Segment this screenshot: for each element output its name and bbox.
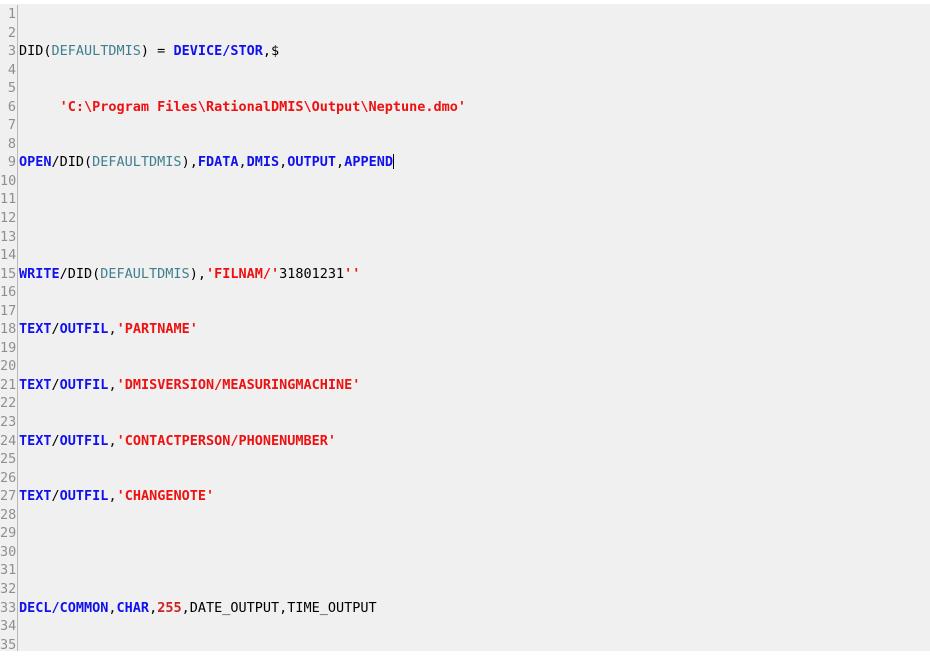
line-number: 11 [0,191,16,208]
line-number-gutter: 1 2 3 4 5 6 7 8 9 10 11 12 13 14 15 16 1… [0,5,17,651]
line-number: 31 [0,562,16,579]
code-line[interactable]: DID(DEFAULTDMIS) = DEVICE/STOR,$ [19,42,930,61]
line-number: 19 [0,339,16,356]
line-number: 15 [0,265,16,282]
code-line[interactable]: 'C:\Program Files\RationalDMIS\Output\Ne… [19,98,930,117]
line-number: 13 [0,228,16,245]
code-editor[interactable]: 1 2 3 4 5 6 7 8 9 10 11 12 13 14 15 16 1… [0,0,930,651]
gutter-separator [17,5,18,651]
code-line[interactable]: TEXT/OUTFIL,'CONTACTPERSON/PHONENUMBER' [19,432,930,451]
line-number: 7 [7,117,16,134]
line-number: 16 [0,284,16,301]
code-line[interactable]: WRITE/DID(DEFAULTDMIS),'FILNAM/'31801231… [19,265,930,284]
line-number: 10 [0,172,16,189]
code-line[interactable]: TEXT/OUTFIL,'DMISVERSION/MEASURINGMACHIN… [19,376,930,395]
line-number: 29 [0,525,16,542]
line-number: 6 [7,98,16,115]
line-number: 1 [7,6,16,22]
line-number: 17 [0,302,16,319]
line-number: 14 [0,247,16,264]
text-caret [392,154,394,170]
line-number: 24 [0,432,16,449]
code-line[interactable]: TEXT/OUTFIL,'CHANGENOTE' [19,487,930,506]
line-number: 27 [0,488,16,505]
line-number: 2 [7,24,16,41]
line-number: 30 [0,543,16,560]
code-line[interactable] [19,209,930,228]
line-number: 12 [0,210,16,227]
line-number: 21 [0,376,16,393]
line-number: 18 [0,321,16,338]
line-number: 28 [0,506,16,523]
code-line[interactable]: OPEN/DID(DEFAULTDMIS),FDATA,DMIS,OUTPUT,… [19,153,930,172]
line-number: 32 [0,580,16,597]
line-number: 33 [0,599,16,616]
line-number: 9 [7,154,16,171]
line-number: 26 [0,469,16,486]
line-number: 4 [7,61,16,78]
line-number: 23 [0,414,16,431]
code-line[interactable]: DECL/COMMON,CHAR,255,DATE_OUTPUT,TIME_OU… [19,599,930,618]
code-lines[interactable]: DID(DEFAULTDMIS) = DEVICE/STOR,$ 'C:\Pro… [19,5,930,651]
line-number: 5 [7,80,16,97]
line-number: 22 [0,395,16,412]
line-number: 8 [7,135,16,152]
code-area[interactable]: 1 2 3 4 5 6 7 8 9 10 11 12 13 14 15 16 1… [0,5,930,651]
line-number: 3 [7,43,16,60]
code-line[interactable] [19,543,930,562]
code-line[interactable]: TEXT/OUTFIL,'PARTNAME' [19,320,930,339]
line-number: 20 [0,358,16,375]
line-number: 35 [0,636,16,651]
line-number: 25 [0,451,16,468]
line-number: 34 [0,618,16,635]
